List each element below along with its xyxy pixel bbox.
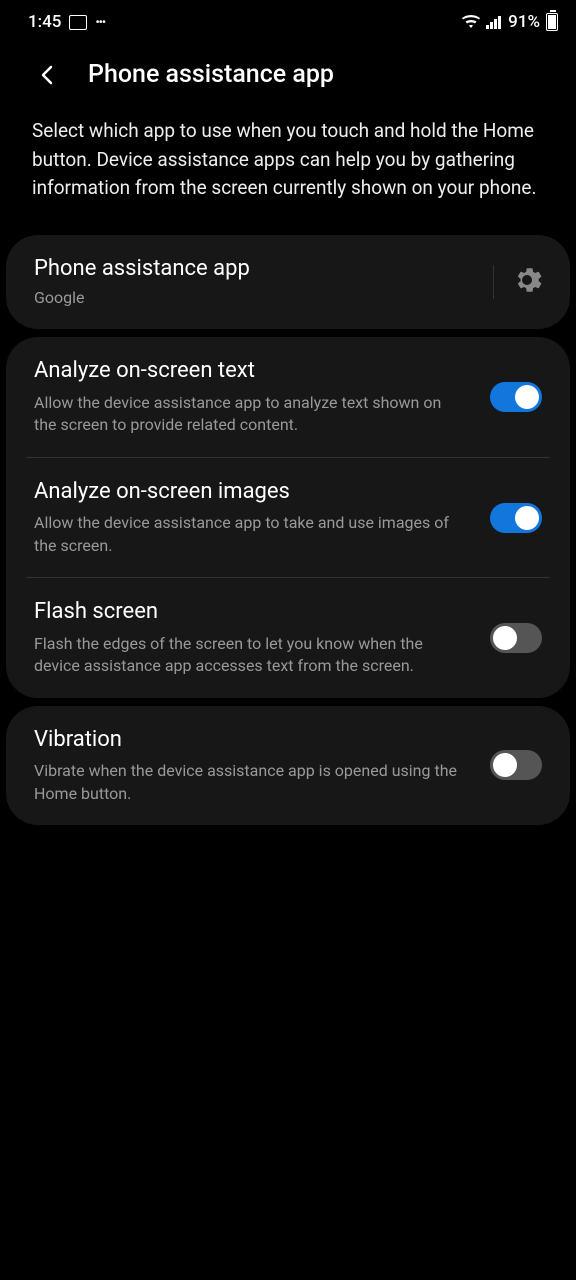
flash-screen-toggle[interactable] <box>490 623 542 653</box>
toggle-knob <box>515 385 539 409</box>
vibration-title: Vibration <box>34 726 474 755</box>
more-notifications-icon: ••• <box>95 15 105 29</box>
image-notification-icon <box>69 15 87 30</box>
battery-percent: 91% <box>508 12 540 32</box>
status-bar: 1:45 ••• 91% <box>0 0 576 40</box>
analysis-settings-card: Analyze on-screen text Allow the device … <box>6 337 570 697</box>
gear-container <box>493 265 542 299</box>
analyze-images-toggle[interactable] <box>490 503 542 533</box>
current-app-value: Google <box>34 287 481 309</box>
signal-icon <box>486 15 502 29</box>
current-app-label: Phone assistance app <box>34 255 481 284</box>
flash-screen-row[interactable]: Flash screen Flash the edges of the scre… <box>6 578 570 697</box>
vibration-description: Vibrate when the device assistance app i… <box>34 760 474 805</box>
gear-icon[interactable] <box>512 265 542 295</box>
analyze-images-row[interactable]: Analyze on-screen images Allow the devic… <box>6 458 570 577</box>
vibration-row[interactable]: Vibration Vibrate when the device assist… <box>6 706 570 825</box>
status-time: 1:45 <box>28 12 61 32</box>
page-title: Phone assistance app <box>88 60 334 89</box>
toggle-knob <box>493 753 517 777</box>
analyze-text-row[interactable]: Analyze on-screen text Allow the device … <box>6 337 570 456</box>
toggle-knob <box>515 506 539 530</box>
analyze-images-description: Allow the device assistance app to take … <box>34 512 474 557</box>
analyze-text-content: Analyze on-screen text Allow the device … <box>34 357 474 436</box>
vibration-content: Vibration Vibrate when the device assist… <box>34 726 474 805</box>
current-app-content: Phone assistance app Google <box>34 255 481 310</box>
status-bar-left: 1:45 ••• <box>28 12 105 32</box>
flash-screen-title: Flash screen <box>34 598 474 627</box>
analyze-text-toggle[interactable] <box>490 382 542 412</box>
toggle-knob <box>493 626 517 650</box>
analyze-text-description: Allow the device assistance app to analy… <box>34 392 474 437</box>
back-icon[interactable] <box>36 63 60 87</box>
current-app-row[interactable]: Phone assistance app Google <box>6 235 570 330</box>
vibration-card: Vibration Vibrate when the device assist… <box>6 706 570 825</box>
vibration-toggle[interactable] <box>490 750 542 780</box>
analyze-images-content: Analyze on-screen images Allow the devic… <box>34 478 474 557</box>
status-bar-right: 91% <box>462 12 558 32</box>
analyze-text-title: Analyze on-screen text <box>34 357 474 386</box>
page-header: Phone assistance app <box>0 40 576 109</box>
battery-icon <box>546 13 558 31</box>
analyze-images-title: Analyze on-screen images <box>34 478 474 507</box>
flash-screen-content: Flash screen Flash the edges of the scre… <box>34 598 474 677</box>
current-app-card: Phone assistance app Google <box>6 235 570 330</box>
flash-screen-description: Flash the edges of the screen to let you… <box>34 633 474 678</box>
wifi-icon <box>462 15 480 29</box>
page-description: Select which app to use when you touch a… <box>0 109 576 227</box>
